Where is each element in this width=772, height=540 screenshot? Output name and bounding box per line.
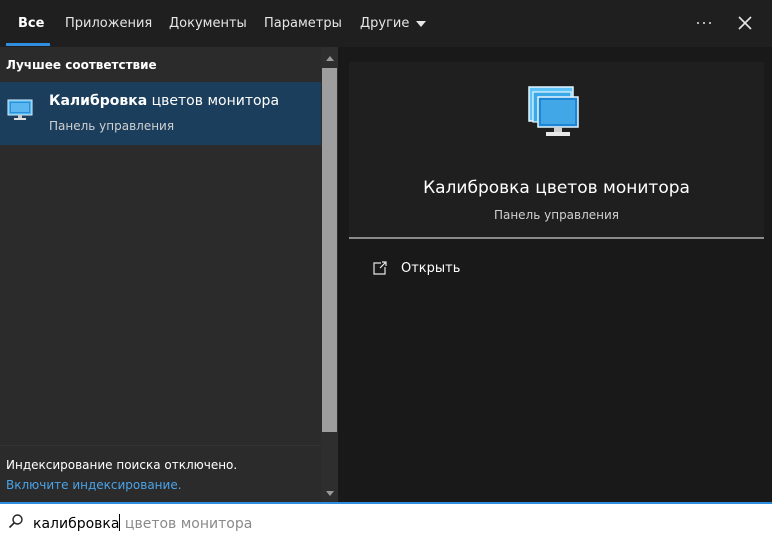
best-match-subtitle: Панель управления — [49, 119, 175, 133]
tab-documents[interactable]: Документы — [169, 0, 247, 47]
scroll-down-button[interactable] — [321, 485, 338, 502]
detail-title: Калибровка цветов монитора — [423, 178, 690, 198]
tab-settings-label: Параметры — [264, 16, 342, 31]
indexing-notice: Индексирование поиска отключено. Включит… — [0, 445, 321, 502]
more-options-button[interactable] — [688, 8, 720, 38]
tab-more-filters[interactable]: Другие — [360, 0, 427, 47]
detail-divider — [349, 237, 764, 239]
ellipsis-dot — [709, 22, 711, 24]
best-match-title: Калибровка цветов монитора — [49, 93, 279, 109]
monitor-icon — [528, 86, 579, 136]
arrow-up-icon — [325, 56, 334, 61]
best-match-title-bold: Калибровка — [49, 93, 148, 109]
results-pane: Лучшее соответствие Калибровка цветов мо… — [0, 47, 321, 445]
tab-all-label: Все — [18, 16, 45, 31]
search-icon — [8, 514, 23, 529]
open-external-icon — [373, 261, 387, 275]
enable-indexing-link[interactable]: Включите индексирование. — [6, 478, 182, 492]
search-filter-tabbar: Все Приложения Документы Параметры Други… — [0, 0, 772, 47]
search-typed-text: калибровка — [33, 516, 120, 532]
results-scrollbar[interactable] — [321, 47, 338, 502]
tab-all[interactable]: Все — [18, 0, 44, 47]
tab-apps[interactable]: Приложения — [65, 0, 152, 47]
search-box[interactable]: калибровка цветов монитора — [0, 504, 772, 540]
detail-subtitle: Панель управления — [493, 208, 620, 222]
best-match-result[interactable]: Калибровка цветов монитора Панель управл… — [0, 82, 321, 145]
tab-more-filters-label: Другие — [360, 16, 410, 31]
search-input[interactable]: калибровка цветов монитора — [33, 514, 252, 532]
monitor-icon — [7, 99, 33, 120]
detail-card: Калибровка цветов монитора Панель управл… — [349, 62, 764, 238]
close-button[interactable] — [730, 8, 760, 38]
detail-pane: Калибровка цветов монитора Панель управл… — [338, 47, 772, 502]
indexing-disabled-text: Индексирование поиска отключено. — [6, 458, 238, 472]
open-action[interactable]: Открыть — [372, 258, 460, 278]
ellipsis-dot — [703, 22, 705, 24]
search-autocomplete-suggestion: цветов монитора — [120, 516, 253, 532]
tab-settings[interactable]: Параметры — [264, 0, 342, 47]
chevron-down-icon — [416, 20, 427, 27]
tab-documents-label: Документы — [169, 16, 247, 31]
open-action-label: Открыть — [401, 260, 461, 276]
scroll-up-button[interactable] — [321, 50, 338, 67]
best-match-heading: Лучшее соответствие — [6, 58, 157, 72]
scroll-thumb[interactable] — [322, 68, 337, 432]
tab-apps-label: Приложения — [65, 16, 153, 31]
best-match-title-rest: цветов монитора — [147, 93, 280, 109]
ellipsis-icon — [697, 22, 699, 24]
close-icon — [738, 16, 752, 30]
active-tab-indicator — [6, 43, 50, 46]
arrow-down-icon — [325, 491, 334, 496]
